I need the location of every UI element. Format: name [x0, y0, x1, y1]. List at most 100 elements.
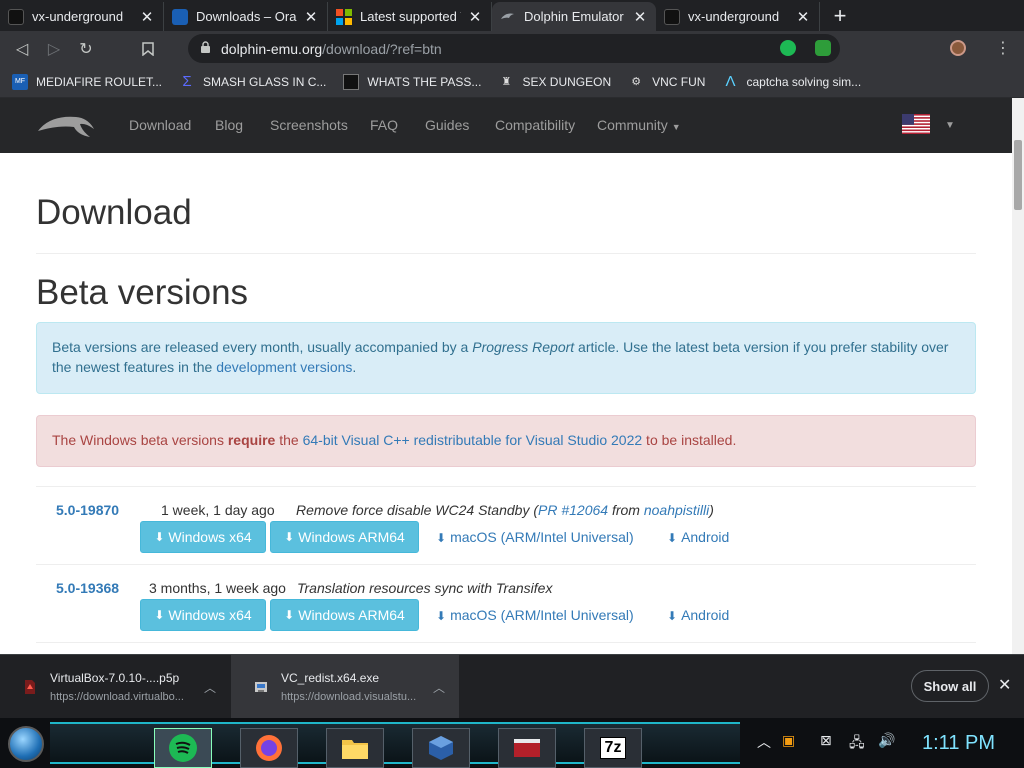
new-tab-icon[interactable]: + [826, 3, 854, 31]
chevron-up-icon[interactable]: ︿ [433, 679, 445, 696]
vcredist-link[interactable]: 64-bit Visual C++ redistributable for Vi… [303, 432, 643, 448]
download-macos-link[interactable]: ⬇ macOS (ARM/Intel Universal) [436, 529, 634, 545]
close-tab-icon[interactable]: ✕ [139, 8, 155, 26]
nav-faq[interactable]: FAQ [370, 117, 398, 133]
tab-virtualbox-downloads[interactable]: Downloads – Oracle ✕ [164, 2, 328, 31]
7zip-icon[interactable]: 7z [584, 728, 642, 768]
pr-link[interactable]: PR #12064 [538, 502, 608, 518]
vcredist-warning-alert: The Windows beta versions require the 64… [36, 415, 976, 467]
version-row: 5.0-19368 3 months, 1 week ago Translati… [36, 572, 976, 642]
us-flag-icon[interactable] [902, 114, 930, 134]
download-windows-x64-button[interactable]: ⬇ Windows x64 [140, 521, 266, 553]
close-tab-icon[interactable]: ✕ [303, 8, 319, 26]
page-title: Download [36, 193, 192, 232]
download-filename: VC_redist.x64.exe [281, 670, 380, 685]
profile-avatar[interactable] [950, 40, 966, 56]
bookmark-mediafire[interactable]: MF MEDIAFIRE ROULET... [12, 73, 163, 90]
close-tab-icon[interactable]: ✕ [467, 8, 483, 26]
dolphin-logo-icon[interactable] [36, 111, 96, 141]
browser-toolbar: ◁ ▷ ↻ dolphin-emu.org/download/?ref=btn … [0, 31, 1024, 66]
spotify-icon[interactable] [154, 728, 212, 768]
chevron-up-icon[interactable]: ︿ [204, 679, 216, 696]
bookmark-sex-dungeon[interactable]: ♜ SEX DUNGEON [498, 74, 612, 90]
virtualbox-icon[interactable] [412, 728, 470, 768]
address-bar[interactable]: dolphin-emu.org/download/?ref=btn [188, 34, 840, 63]
download-item-vcredist[interactable]: VC_redist.x64.exe https://download.visua… [231, 655, 459, 718]
button-label: Windows x64 [168, 529, 252, 545]
version-row: 5.0-19870 1 week, 1 day ago Remove force… [36, 494, 976, 564]
info-emphasis: Progress Report [472, 339, 575, 355]
reload-icon[interactable]: ↻ [70, 33, 102, 65]
download-windows-x64-button[interactable]: ⬇ Windows x64 [140, 599, 266, 631]
download-android-link[interactable]: ⬇ Android [667, 529, 729, 545]
bookmark-vnc-fun[interactable]: ⚙ VNC FUN [628, 74, 705, 90]
close-tab-icon[interactable]: ✕ [632, 8, 648, 26]
nav-blog[interactable]: Blog [215, 117, 243, 133]
development-versions-link[interactable]: development versions [216, 359, 352, 375]
link-label: macOS (ARM/Intel Universal) [450, 607, 634, 623]
shield-extension-icon[interactable] [815, 40, 831, 56]
show-all-button[interactable]: Show all [911, 670, 989, 702]
nav-screenshots[interactable]: Screenshots [270, 117, 348, 133]
lambda-icon: Λ [725, 73, 736, 90]
back-icon[interactable]: ◁ [6, 33, 38, 65]
download-macos-link[interactable]: ⬇ macOS (ARM/Intel Universal) [436, 607, 634, 623]
divider [36, 486, 976, 487]
tab-title: vx-underground [688, 9, 780, 24]
download-icon: ⬇ [667, 609, 678, 623]
nav-community[interactable]: Community ▼ [597, 117, 681, 133]
info-text: Beta versions are released every month, … [52, 339, 473, 355]
download-icon: ⬇ [436, 531, 447, 545]
network-icon[interactable]: 🖧 [849, 732, 865, 756]
scrollbar-thumb[interactable] [1014, 140, 1022, 210]
url-path: /download/?ref=btn [322, 40, 442, 57]
bookmark-label: MEDIAFIRE ROULET... [36, 74, 163, 89]
chevron-up-icon[interactable]: ︿ [757, 732, 771, 752]
start-button[interactable] [8, 726, 44, 762]
version-date: 1 week, 1 day ago [161, 502, 275, 518]
bookmark-whats-the-pass[interactable]: WHATS THE PASS... [343, 73, 481, 90]
volume-icon[interactable]: 🔊 [878, 732, 895, 749]
tab-vx-underground-1[interactable]: vx-underground ✕ [0, 2, 164, 31]
download-android-link[interactable]: ⬇ Android [667, 607, 729, 623]
app-window-icon[interactable] [498, 728, 556, 768]
version-link[interactable]: 5.0-19870 [56, 502, 119, 518]
tab-dolphin-emulator[interactable]: Dolphin Emulator - D ✕ [492, 2, 656, 31]
download-icon: ⬇ [284, 530, 295, 544]
button-label: Windows ARM64 [298, 607, 405, 623]
tray-app-icon[interactable]: ▣ [782, 732, 795, 749]
file-explorer-icon[interactable] [326, 728, 384, 768]
bookmark-icon[interactable] [132, 33, 164, 65]
dolphin-favicon-icon [500, 9, 516, 25]
divider [36, 642, 976, 643]
divider [36, 564, 976, 565]
version-link[interactable]: 5.0-19368 [56, 580, 119, 596]
tab-microsoft-vcredist[interactable]: Latest supported Vis ✕ [328, 2, 492, 31]
close-tab-icon[interactable]: ✕ [795, 8, 811, 26]
spotify-extension-icon[interactable] [780, 40, 796, 56]
virtualbox-favicon-icon [172, 8, 188, 25]
download-windows-arm64-button[interactable]: ⬇ Windows ARM64 [270, 599, 419, 631]
no-network-icon[interactable]: ⊠ [820, 732, 832, 749]
info-text: . [352, 359, 357, 375]
bookmark-captcha[interactable]: Λ captcha solving sim... [722, 73, 861, 90]
download-windows-arm64-button[interactable]: ⬇ Windows ARM64 [270, 521, 419, 553]
nav-guides[interactable]: Guides [425, 117, 469, 133]
vx-underground-favicon-icon [8, 8, 24, 25]
bookmarks-bar: MF MEDIAFIRE ROULET... Σ SMASH GLASS IN … [0, 66, 1024, 98]
page-viewport: Download Blog Screenshots FAQ Guides Com… [0, 98, 1024, 654]
nav-download[interactable]: Download [129, 117, 191, 133]
nav-compatibility[interactable]: Compatibility [495, 117, 575, 133]
page-scrollbar[interactable] [1012, 98, 1024, 654]
menu-icon[interactable]: ⋮ [995, 38, 1011, 58]
forward-icon[interactable]: ▷ [38, 33, 70, 65]
bookmark-smash-glass[interactable]: Σ SMASH GLASS IN C... [179, 73, 326, 90]
system-clock[interactable]: 1:11 PM [922, 732, 995, 755]
firefox-icon[interactable] [240, 728, 298, 768]
caret-down-icon[interactable]: ▼ [945, 120, 955, 131]
tab-vx-underground-2[interactable]: vx-underground ✕ [656, 2, 820, 31]
close-icon[interactable]: ✕ [998, 675, 1011, 695]
author-link[interactable]: noahpistilli [644, 502, 709, 518]
download-item-virtualbox[interactable]: VirtualBox-7.0.10-....p5p https://downlo… [0, 655, 230, 718]
commit-message-text: Remove force disable WC24 Standby [296, 502, 530, 518]
